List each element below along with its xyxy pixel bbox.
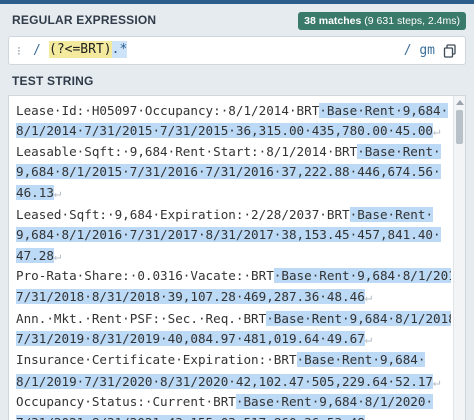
regex-flags-button[interactable]: / gm (404, 43, 435, 58)
match-highlight: ·Base·Rent·9,684· (319, 103, 449, 118)
match-highlight: ·Base·Rent·9,684·8/1/2018· (266, 310, 451, 326)
match-count-badge: 38 matches (9 631 steps, 2.4ms) (298, 12, 466, 30)
top-accent-bar (0, 0, 474, 4)
newline-marker-icon: ↵ (364, 288, 373, 304)
test-string-line: Leasable·Sqft:·9,684·Rent·Start:·8/1/201… (16, 142, 451, 162)
lookbehind-group: (?<=BRT) (49, 41, 112, 58)
test-string-line: Leased·Sqft:·9,684·Expiration:·2/28/2037… (16, 205, 451, 225)
match-highlight: 7/31/2019·8/31/2019·40,084.97·481,019.64… (16, 331, 365, 347)
test-string-line: 8/1/2014·7/31/2015·7/31/2015·36,315.00·4… (16, 121, 451, 141)
regex-input[interactable]: ⁝ / (?<=BRT).* / gm (8, 36, 466, 65)
scroll-up-arrow-icon[interactable] (456, 100, 464, 105)
test-string-line: Insurance·Certificate·Expiration:·BRT·Ba… (16, 350, 451, 370)
match-highlight: 7/31/2018·8/31/2018·39,107.28·469,287.36… (16, 288, 365, 304)
test-string-line: 7/31/2021·8/31/2021·43,155.03·517,860.36… (16, 413, 451, 420)
match-highlight: ·Base·Rent·9,684· (296, 351, 426, 367)
match-highlight: 8/1/2019·7/31/2020·8/31/2020·42,102.47·5… (16, 374, 434, 390)
test-string-editor[interactable]: Lease·Id:·H05097·Occupancy:·8/1/2014·BRT… (8, 95, 466, 420)
newline-marker-icon: ↵ (433, 123, 441, 139)
dot-star-token: .* (111, 41, 128, 58)
test-string-line: 7/31/2019·8/31/2019·40,084.97·481,019.64… (16, 329, 451, 349)
unmatched-text: Lease·Id:·H05097·Occupancy:·8/1/2014·BRT (16, 103, 320, 118)
test-string-line: 46.13↵ (16, 183, 451, 203)
regex-section-title: REGULAR EXPRESSION (12, 13, 157, 27)
test-string-line: 47.28↵ (16, 246, 451, 266)
copy-icon[interactable] (443, 44, 457, 58)
match-count: 38 matches (304, 15, 362, 27)
match-highlight: 46.13 (16, 184, 54, 200)
test-string-line: 8/1/2019·7/31/2020·8/31/2020·42,102.47·5… (16, 372, 451, 392)
test-string-line: Lease·Id:·H05097·Occupancy:·8/1/2014·BRT… (16, 101, 451, 121)
vertical-scrollbar[interactable] (453, 96, 465, 420)
newline-marker-icon: ↵ (365, 415, 373, 420)
match-highlight: 8/1/2014·7/31/2015·7/31/2015·36,315.00·4… (16, 123, 434, 139)
test-string-line: Pro-Rata·Share:·0.0316·Vacate:·BRT·Base·… (16, 266, 451, 286)
unmatched-text: Insurance·Certificate·Expiration:·BRT (16, 351, 297, 367)
match-stats: (9 631 steps, 2.4ms) (361, 15, 460, 27)
unmatched-text: Leased·Sqft:·9,684·Expiration:·2/28/2037… (16, 206, 350, 222)
match-highlight: ·Base·Rent· (349, 206, 434, 222)
unmatched-text: Occupancy·Status:·Current·BRT (16, 394, 236, 410)
regex-pattern[interactable]: (?<=BRT).* (49, 41, 128, 58)
newline-marker-icon: ↵ (433, 374, 441, 390)
test-string-line: 9,684·8/1/2015·7/31/2016·7/31/2016·37,22… (16, 162, 451, 182)
match-highlight: 9,684·8/1/2015·7/31/2016·7/31/2016·37,22… (16, 164, 441, 180)
test-string-line: 9,684·8/1/2016·7/31/2017·8/31/2017·38,15… (16, 225, 451, 245)
regex-open-delimiter: / (33, 43, 41, 58)
test-string-title: TEST STRING (12, 74, 94, 88)
match-highlight: 7/31/2021·8/31/2021·43,155.03·517,860.36… (16, 414, 365, 420)
unmatched-text: Leasable·Sqft:·9,684·Rent·Start:·8/1/201… (16, 143, 358, 159)
unmatched-text: Ann.·Mkt.·Rent·PSF:·Sec.·Req.·BRT (16, 310, 267, 326)
drag-handle-icon[interactable]: ⁝ (17, 44, 21, 58)
test-string-lines[interactable]: Lease·Id:·H05097·Occupancy:·8/1/2014·BRT… (16, 101, 451, 420)
match-highlight: 9,684·8/1/2016·7/31/2017·8/31/2017·38,15… (16, 227, 441, 243)
scroll-thumb[interactable] (456, 110, 463, 144)
match-highlight: ·Base·Rent· (357, 143, 441, 159)
match-highlight: 47.28 (16, 247, 54, 263)
match-highlight: ·Base·Rent·9,684·8/1/2017· (273, 268, 451, 284)
newline-marker-icon: ↵ (53, 247, 62, 263)
newline-marker-icon: ↵ (364, 331, 373, 347)
newline-marker-icon: ↵ (53, 184, 62, 200)
match-highlight: ·Base·Rent·9,684·8/1/2020· (235, 394, 434, 410)
test-string-line: Ann.·Mkt.·Rent·PSF:·Sec.·Req.·BRT·Base·R… (16, 309, 451, 329)
unmatched-text: Pro-Rata·Share:·0.0316·Vacate:·BRT (16, 268, 274, 284)
test-string-line: 7/31/2018·8/31/2018·39,107.28·469,287.36… (16, 287, 451, 307)
test-string-line: Occupancy·Status:·Current·BRT·Base·Rent·… (16, 392, 451, 412)
